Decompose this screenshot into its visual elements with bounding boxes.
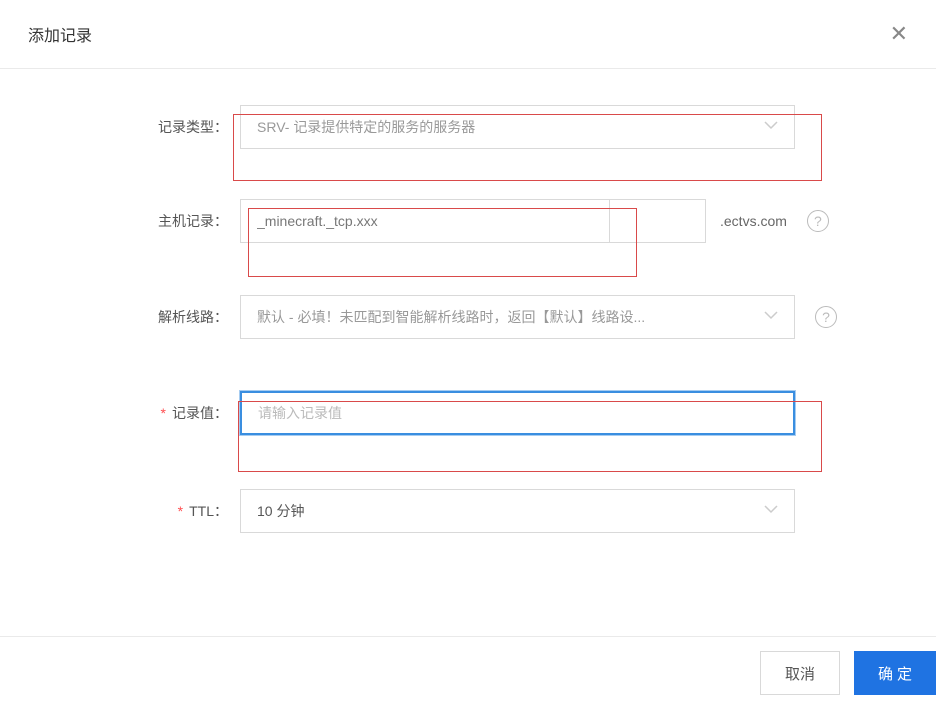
cancel-button[interactable]: 取消: [760, 651, 840, 695]
resolve-line-value: 默认 - 必填！未匹配到智能解析线路时，返回【默认】线路设...: [257, 307, 754, 327]
form-area: 记录类型： SRV- 记录提供特定的服务的服务器 主机记录： .ectvs.co…: [0, 69, 936, 563]
modal-title: 添加记录: [28, 22, 92, 46]
record-type-row: 记录类型： SRV- 记录提供特定的服务的服务器: [40, 105, 896, 149]
help-icon[interactable]: ?: [815, 306, 837, 328]
host-record-input[interactable]: [240, 199, 610, 243]
chevron-down-icon: [764, 311, 778, 323]
ttl-value: 10 分钟: [257, 501, 754, 521]
ttl-label-text: TTL：: [189, 503, 228, 519]
help-icon[interactable]: ?: [807, 210, 829, 232]
record-value-input[interactable]: [240, 391, 795, 435]
record-value-row: * 记录值：: [40, 391, 896, 435]
domain-suffix: .ectvs.com: [720, 213, 787, 229]
resolve-line-label: 解析线路：: [40, 307, 240, 327]
record-type-label: 记录类型：: [40, 117, 240, 137]
ttl-row: * TTL： 10 分钟: [40, 489, 896, 533]
record-type-value: SRV- 记录提供特定的服务的服务器: [257, 117, 754, 137]
ttl-label: * TTL：: [40, 501, 240, 521]
modal-footer: 取消 确定: [0, 636, 936, 709]
required-mark-icon: *: [178, 503, 183, 519]
record-type-select[interactable]: SRV- 记录提供特定的服务的服务器: [240, 105, 795, 149]
record-value-label-text: 记录值：: [172, 405, 228, 421]
chevron-down-icon: [764, 505, 778, 517]
record-value-label: * 记录值：: [40, 403, 240, 423]
resolve-line-row: 解析线路： 默认 - 必填！未匹配到智能解析线路时，返回【默认】线路设... ?: [40, 295, 896, 339]
host-record-label: 主机记录：: [40, 211, 240, 231]
chevron-down-icon: [764, 121, 778, 133]
required-mark-icon: *: [161, 405, 166, 421]
close-icon[interactable]: ✕: [890, 23, 908, 45]
host-record-row: 主机记录： .ectvs.com ?: [40, 199, 896, 243]
host-record-extra[interactable]: [610, 199, 706, 243]
confirm-button[interactable]: 确定: [854, 651, 936, 695]
ttl-select[interactable]: 10 分钟: [240, 489, 795, 533]
resolve-line-select[interactable]: 默认 - 必填！未匹配到智能解析线路时，返回【默认】线路设...: [240, 295, 795, 339]
